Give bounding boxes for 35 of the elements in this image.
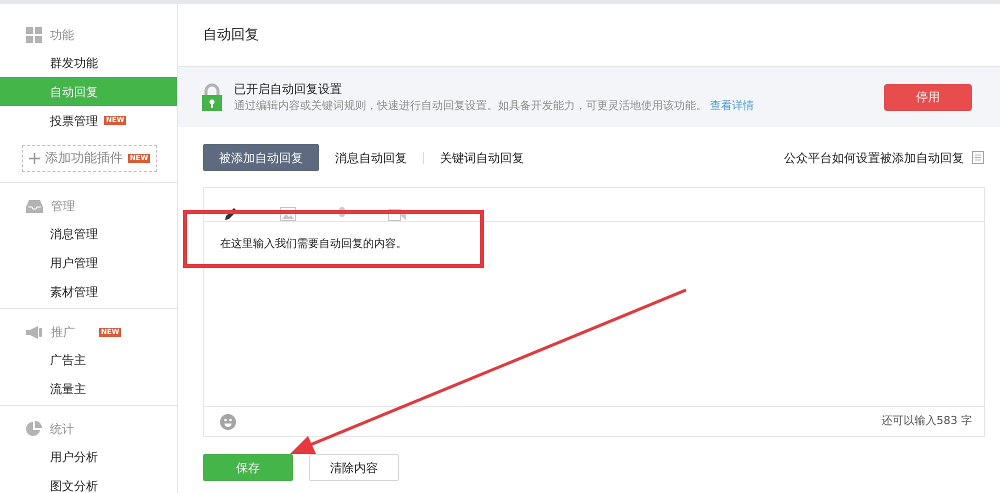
padlock-icon: [202, 83, 222, 111]
sidebar-item[interactable]: 广告主: [0, 345, 177, 374]
section-title: 统计: [50, 421, 74, 438]
clear-button[interactable]: 清除内容: [309, 454, 399, 481]
plus-icon: [28, 153, 40, 164]
section-title: 功能: [50, 27, 74, 44]
grid-icon: [26, 27, 42, 43]
megaphone-icon: [26, 324, 43, 340]
add-plugin-label: 添加功能插件: [44, 150, 123, 168]
tab[interactable]: 消息自动回复: [319, 144, 423, 171]
sidebar-item[interactable]: 用户分析: [0, 442, 177, 471]
tab[interactable]: 关键词自动回复: [424, 144, 540, 171]
character-counter: 还可以输入583 字: [882, 413, 972, 430]
sidebar-item[interactable]: 用户管理: [0, 248, 177, 277]
disable-button[interactable]: 停用: [884, 84, 972, 110]
banner-description: 通过编辑内容或关键词规则，快速进行自动回复设置。如具备开发能力，可更灵活地使用该功能。 查看详情: [234, 98, 754, 114]
sidebar-item[interactable]: 投票管理: [50, 112, 98, 130]
section-title: 管理: [51, 198, 75, 215]
inbox-icon: [26, 198, 43, 214]
tab[interactable]: 被添加自动回复: [203, 144, 319, 171]
video-camera-icon[interactable]: [388, 207, 406, 221]
smiley-icon[interactable]: [220, 414, 236, 430]
sidebar-item[interactable]: 消息管理: [0, 219, 177, 248]
sidebar-item[interactable]: 图文分析: [0, 471, 177, 493]
reply-editor[interactable]: 在这里输入我们需要自动回复的内容。 还可以输入583 字: [203, 187, 985, 437]
page-title: 自动回复: [203, 26, 259, 44]
image-icon[interactable]: [280, 207, 296, 221]
pie-chart-icon: [26, 421, 42, 437]
banner-title: 已开启自动回复设置: [234, 80, 343, 98]
help-link[interactable]: 公众平台如何设置被添加自动回复: [784, 148, 964, 166]
sidebar-item[interactable]: 群发功能: [0, 48, 177, 77]
document-icon: [972, 151, 984, 164]
sidebar-item[interactable]: 素材管理: [0, 277, 177, 306]
sidebar-item[interactable]: 流量主: [0, 374, 177, 403]
section-title: 推广: [51, 324, 75, 341]
